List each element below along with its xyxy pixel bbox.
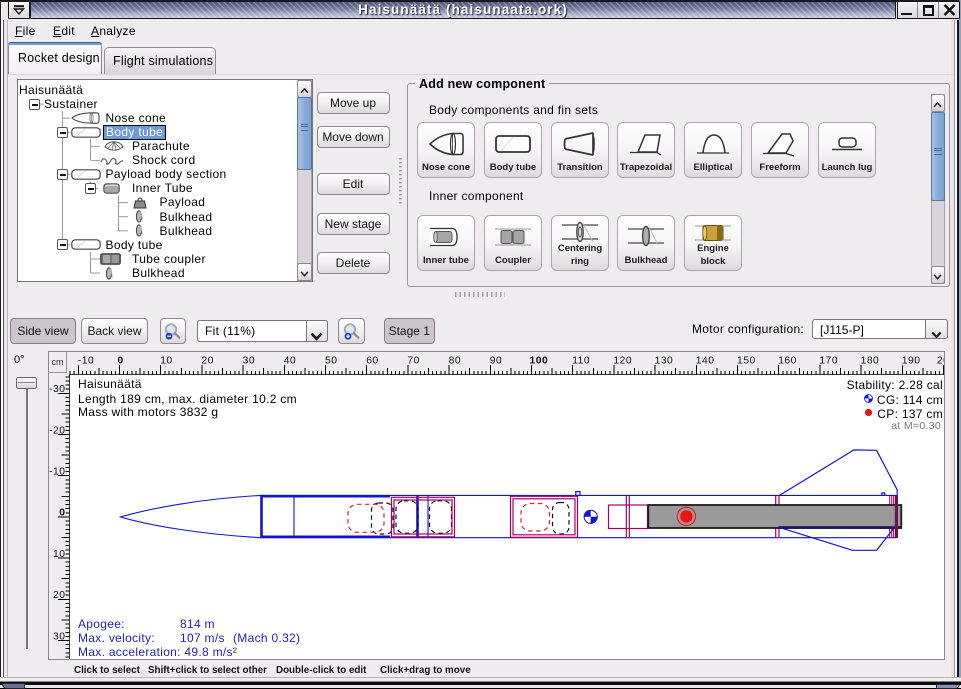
svg-text:110: 110 — [572, 355, 590, 366]
svg-text:120: 120 — [613, 355, 632, 366]
svg-text:130: 130 — [655, 355, 674, 366]
svg-text:100: 100 — [530, 355, 549, 366]
svg-text:-20: -20 — [49, 425, 65, 436]
svg-text:190: 190 — [902, 355, 921, 366]
svg-text:-10: -10 — [49, 467, 65, 478]
svg-text:200: 200 — [937, 355, 944, 366]
svg-text:180: 180 — [861, 355, 880, 366]
svg-text:30: 30 — [243, 355, 255, 366]
svg-text:-30: -30 — [49, 384, 65, 395]
svg-text:60: 60 — [366, 355, 378, 366]
svg-text:40: 40 — [284, 355, 296, 366]
svg-text:0: 0 — [118, 355, 124, 366]
svg-text:-10: -10 — [78, 355, 94, 366]
svg-text:30: 30 — [53, 631, 65, 642]
svg-text:80: 80 — [449, 355, 461, 366]
svg-text:140: 140 — [696, 355, 715, 366]
svg-text:20: 20 — [201, 355, 213, 366]
svg-text:10: 10 — [160, 355, 172, 366]
svg-text:50: 50 — [325, 355, 337, 366]
svg-text:160: 160 — [778, 355, 797, 366]
svg-text:150: 150 — [737, 355, 756, 366]
svg-text:70: 70 — [407, 355, 419, 366]
svg-text:20: 20 — [53, 590, 65, 601]
svg-text:170: 170 — [819, 355, 838, 366]
svg-text:10: 10 — [53, 549, 65, 560]
svg-text:0: 0 — [59, 508, 65, 519]
svg-text:90: 90 — [490, 355, 502, 366]
